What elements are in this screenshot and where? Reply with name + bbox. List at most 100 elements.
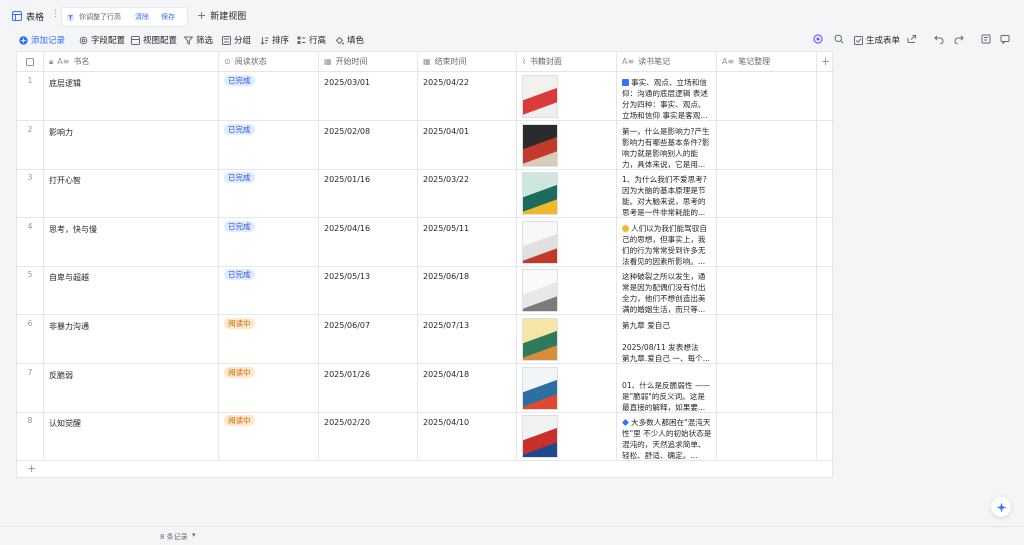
table-row[interactable]: 1 底层逻辑 已完成 2025/03/01 2025/04/22 事实、观点、立场和信仰：… (17, 72, 834, 121)
filter-button[interactable]: 筛选 (184, 34, 213, 46)
search-icon[interactable] (834, 34, 844, 47)
assistant-button[interactable] (991, 497, 1011, 517)
cover-cell[interactable] (517, 363, 617, 412)
share-icon[interactable] (907, 34, 917, 47)
book-cover-image[interactable] (522, 75, 558, 118)
start-date-cell[interactable]: 2025/06/07 (319, 315, 418, 363)
redo-icon[interactable] (954, 34, 964, 47)
start-date-cell[interactable]: 2025/01/16 (319, 169, 418, 218)
fill-color-button[interactable]: 填色 (335, 34, 364, 46)
column-header-end[interactable]: ▦ 结束时间 (418, 52, 517, 71)
status-cell[interactable]: 已完成 (219, 266, 319, 315)
select-all-checkbox-cell[interactable] (17, 52, 44, 71)
ai-icon[interactable] (813, 34, 823, 47)
end-date-cell[interactable]: 2025/04/01 (418, 120, 517, 169)
column-header-summary[interactable]: A≡ 笔记整理 (717, 52, 817, 71)
summary-cell[interactable] (717, 169, 817, 218)
comment-icon[interactable] (1000, 34, 1010, 47)
summary-cell[interactable] (717, 266, 817, 315)
title-cell[interactable]: 底层逻辑 (44, 72, 219, 120)
table-row[interactable]: 8 认知觉醒 阅读中 2025/02/20 2025/04/10 大多数人都困在"混沌天性… (17, 412, 834, 462)
title-cell[interactable]: 反脆弱 (44, 363, 219, 412)
column-header-notes[interactable]: A≡ 读书笔记 (617, 52, 717, 71)
sort-button[interactable]: 排序 (260, 34, 289, 46)
cover-cell[interactable] (517, 412, 617, 461)
book-cover-image[interactable] (522, 220, 558, 264)
view-config-button[interactable]: 视图配置 (131, 34, 177, 46)
new-view-button[interactable]: + 新建视图 (197, 9, 246, 22)
summary-cell[interactable] (717, 363, 817, 412)
status-cell[interactable]: 阅读中 (219, 363, 319, 412)
status-cell[interactable]: 已完成 (219, 120, 319, 169)
add-column-button[interactable]: + (817, 52, 834, 71)
end-date-cell[interactable]: 2025/05/11 (418, 217, 517, 266)
status-cell[interactable]: 已完成 (219, 169, 319, 218)
row-height-button[interactable]: 行高 (297, 34, 326, 46)
generate-form-button[interactable]: 生成表单 (854, 34, 900, 46)
notes-cell[interactable]: 大多数人都困在"混沌天性"里 不少人的初始状态是混沌的，天然追求简单、轻松、舒适… (617, 412, 717, 461)
cover-cell[interactable] (517, 315, 617, 363)
more-icon[interactable]: ⋮ (51, 9, 60, 19)
summary-cell[interactable] (717, 120, 817, 169)
notes-cell[interactable]: 第一，什么是影响力?产生影响力有哪些基本条件?影响力就是影响别人的能力，具体来说… (617, 120, 717, 169)
start-date-cell[interactable]: 2025/01/26 (319, 363, 418, 412)
title-cell[interactable]: 打开心智 (44, 169, 219, 218)
summary-cell[interactable] (717, 72, 817, 120)
summary-cell[interactable] (717, 315, 817, 363)
notes-cell[interactable]: 01、什么是反脆弱性 ——是"脆弱"的反义词。这是最直接的解释，如果要... (617, 363, 717, 412)
end-date-cell[interactable]: 2025/04/22 (418, 72, 517, 120)
notes-cell[interactable]: 人们以为我们能驾驭自己的思想，但事实上，我们的行为常常受到许多无法看见的因素所影… (617, 217, 717, 266)
field-config-button[interactable]: 字段配置 (79, 34, 125, 46)
book-cover-image[interactable] (522, 318, 558, 361)
notes-cell[interactable]: 这种破裂之所以发生，通常是因为配偶们没有付出全力，他们不想创造出美满的婚姻生活，… (617, 266, 717, 315)
notes-cell[interactable]: 事实、观点、立场和信仰：沟通的底层逻辑 表述分为四种：事实、观点、立场和信仰 事… (617, 72, 717, 120)
table-row[interactable]: 3 打开心智 已完成 2025/01/16 2025/03/22 1、为什么我们不爱思考?… (17, 169, 834, 219)
start-date-cell[interactable]: 2025/05/13 (319, 266, 418, 315)
cover-cell[interactable] (517, 169, 617, 218)
end-date-cell[interactable]: 2025/07/13 (418, 315, 517, 363)
group-button[interactable]: 分组 (222, 34, 251, 46)
tab-table[interactable]: 表格 (12, 8, 44, 24)
column-header-cover[interactable]: ⌇ 书籍封面 (517, 52, 617, 71)
title-cell[interactable]: 影响力 (44, 120, 219, 169)
start-date-cell[interactable]: 2025/03/01 (319, 72, 418, 120)
book-cover-image[interactable] (522, 415, 558, 459)
book-cover-image[interactable] (522, 172, 558, 216)
save-button[interactable]: 保存 (161, 12, 175, 22)
add-row-button[interactable]: + (17, 461, 834, 478)
notes-cell[interactable]: 1、为什么我们不爱思考?因为大脑的基本原理是节能。对大脑来说，思考的思考是一件非… (617, 169, 717, 218)
book-cover-image[interactable] (522, 366, 558, 410)
title-cell[interactable]: 非暴力沟通 (44, 315, 219, 363)
record-count[interactable]: 8 条记录 (160, 532, 188, 542)
end-date-cell[interactable]: 2025/04/18 (418, 363, 517, 412)
status-cell[interactable]: 已完成 (219, 217, 319, 266)
cover-cell[interactable] (517, 266, 617, 315)
start-date-cell[interactable]: 2025/02/20 (319, 412, 418, 461)
column-header-status[interactable]: ⊙ 阅读状态 (219, 52, 319, 71)
end-date-cell[interactable]: 2025/06/18 (418, 266, 517, 315)
title-cell[interactable]: 认知觉醒 (44, 412, 219, 461)
table-row[interactable]: 4 思考，快与慢 已完成 2025/04/16 2025/05/11 人们以为我们能驾驭自… (17, 217, 834, 267)
undo-icon[interactable] (934, 34, 944, 47)
status-cell[interactable]: 阅读中 (219, 412, 319, 461)
table-row[interactable]: 7 反脆弱 阅读中 2025/01/26 2025/04/18 01、什么是反脆弱性 —… (17, 363, 834, 413)
table-row[interactable]: 6 非暴力沟通 阅读中 2025/06/07 2025/07/13 第九章 爱自己 202… (17, 315, 834, 364)
cover-cell[interactable] (517, 217, 617, 266)
notes-cell[interactable]: 第九章 爱自己 2025/08/11 发表想法 第九章.爱自己 一、每个... (617, 315, 717, 363)
title-cell[interactable]: 思考，快与慢 (44, 217, 219, 266)
column-header-title[interactable]: 🔒︎ A≡ 书名 (44, 52, 219, 71)
history-icon[interactable] (981, 34, 991, 47)
start-date-cell[interactable]: 2025/02/08 (319, 120, 418, 169)
end-date-cell[interactable]: 2025/04/10 (418, 412, 517, 461)
cover-cell[interactable] (517, 120, 617, 169)
summary-cell[interactable] (717, 412, 817, 461)
book-cover-image[interactable] (522, 269, 558, 313)
chevron-down-icon[interactable]: ▾ (192, 531, 196, 539)
select-all-checkbox[interactable] (26, 57, 34, 66)
table-row[interactable]: 2 影响力 已完成 2025/02/08 2025/04/01 第一，什么是影响力?产生影… (17, 120, 834, 170)
title-cell[interactable]: 自卑与超越 (44, 266, 219, 315)
clear-button[interactable]: 清除 (135, 12, 149, 22)
add-record-button[interactable]: 添加记录 (19, 34, 65, 46)
column-header-start[interactable]: ▦ 开始时间 (319, 52, 418, 71)
book-cover-image[interactable] (522, 123, 558, 167)
